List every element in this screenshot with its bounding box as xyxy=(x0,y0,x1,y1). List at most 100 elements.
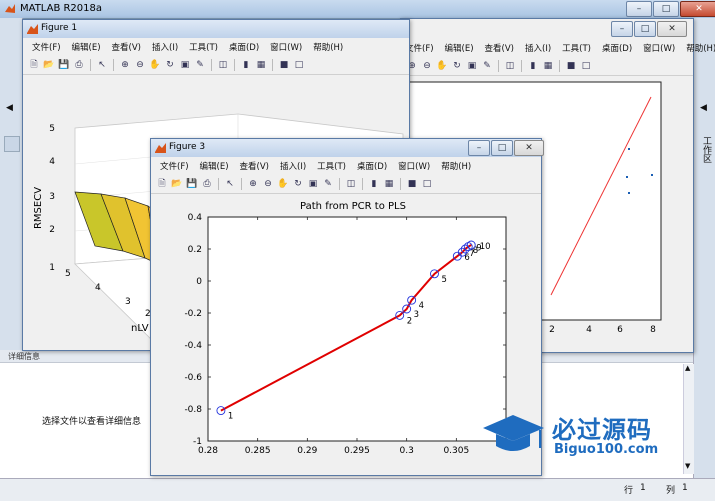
link-icon[interactable]: ◫ xyxy=(504,60,516,72)
figure2-menu-insert[interactable]: 插入(I) xyxy=(525,42,551,54)
figure1-menu-file[interactable]: 文件(F) xyxy=(32,41,61,53)
minimize-button[interactable]: – xyxy=(626,1,652,17)
legend-icon[interactable]: ▦ xyxy=(255,59,267,71)
matlab-titlebar: MATLAB R2018a – □ ✕ xyxy=(0,0,715,19)
link-icon[interactable]: ◫ xyxy=(345,178,357,190)
hide-tools-icon[interactable]: ■ xyxy=(565,60,577,72)
pan-icon[interactable]: ✋ xyxy=(277,178,289,190)
zoom-in-icon[interactable]: ⊕ xyxy=(247,178,259,190)
legend-icon[interactable]: ▦ xyxy=(383,178,395,190)
y-tick-label: -0.4 xyxy=(184,341,202,351)
colorbar-icon[interactable]: ▮ xyxy=(240,59,252,71)
figure2-close-button[interactable]: ✕ xyxy=(657,21,687,37)
show-tools-icon[interactable]: □ xyxy=(293,59,305,71)
show-tools-icon[interactable]: □ xyxy=(580,60,592,72)
rotate-icon[interactable]: ↻ xyxy=(451,60,463,72)
new-figure-icon[interactable]: 🗎 xyxy=(28,59,40,71)
zoom-out-icon[interactable]: ⊖ xyxy=(421,60,433,72)
collapse-arrow-icon[interactable]: ◀ xyxy=(6,103,13,113)
zaxis-tick: 3 xyxy=(49,192,55,202)
brush-icon[interactable]: ✎ xyxy=(194,59,206,71)
open-file-icon[interactable]: 📂 xyxy=(171,178,183,190)
figure2-menu-tools[interactable]: 工具(T) xyxy=(562,42,591,54)
figure1-menu-tools[interactable]: 工具(T) xyxy=(189,41,218,53)
figure1-menu-desktop[interactable]: 桌面(D) xyxy=(229,41,259,53)
figure2-menu-view[interactable]: 查看(V) xyxy=(485,42,514,54)
print-icon[interactable]: ⎙ xyxy=(201,178,213,190)
data-cursor-icon[interactable]: ▣ xyxy=(179,59,191,71)
watermark-url: Biguo100.com xyxy=(554,442,659,457)
brush-icon[interactable]: ✎ xyxy=(481,60,493,72)
rotate-icon[interactable]: ↻ xyxy=(292,178,304,190)
figure3-menu-view[interactable]: 查看(V) xyxy=(240,160,269,172)
figure1-menu-insert[interactable]: 插入(I) xyxy=(152,41,178,53)
zoom-out-icon[interactable]: ⊖ xyxy=(262,178,274,190)
figure3-menu-window[interactable]: 窗口(W) xyxy=(398,160,430,172)
save-icon[interactable]: 💾 xyxy=(58,59,70,71)
brush-icon[interactable]: ✎ xyxy=(322,178,334,190)
close-button[interactable]: ✕ xyxy=(680,1,715,17)
edit-plot-icon[interactable]: ↖ xyxy=(224,178,236,190)
point-label: 3 xyxy=(414,310,419,320)
figure2-maximize-button[interactable]: □ xyxy=(634,21,656,37)
show-tools-icon[interactable]: □ xyxy=(421,178,433,190)
figure1-menu-help[interactable]: 帮助(H) xyxy=(313,41,343,53)
figure3-menu-help[interactable]: 帮助(H) xyxy=(441,160,471,172)
figure2-xtick: 4 xyxy=(586,325,592,335)
figure2-minimize-button[interactable]: – xyxy=(611,21,633,37)
figure3-minimize-button[interactable]: – xyxy=(468,140,490,156)
maximize-button[interactable]: □ xyxy=(653,1,679,17)
zoom-out-icon[interactable]: ⊖ xyxy=(134,59,146,71)
zoom-in-icon[interactable]: ⊕ xyxy=(119,59,131,71)
print-icon[interactable]: ⎙ xyxy=(73,59,85,71)
expand-arrow-icon[interactable]: ◀ xyxy=(700,103,707,113)
scroll-up-icon[interactable]: ▲ xyxy=(685,364,690,372)
figure3-menu-tools[interactable]: 工具(T) xyxy=(317,160,346,172)
current-folder-tab[interactable] xyxy=(4,136,20,152)
scroll-down-icon[interactable]: ▼ xyxy=(685,462,690,470)
colorbar-icon[interactable]: ▮ xyxy=(368,178,380,190)
matlab-logo-icon xyxy=(5,4,15,13)
details-scrollbar[interactable]: ▲ ▼ xyxy=(683,364,694,474)
colorbar-icon[interactable]: ▮ xyxy=(527,60,539,72)
figure3-maximize-button[interactable]: □ xyxy=(491,140,513,156)
save-icon[interactable]: 💾 xyxy=(186,178,198,190)
open-file-icon[interactable]: 📂 xyxy=(43,59,55,71)
hide-tools-icon[interactable]: ■ xyxy=(278,59,290,71)
figure2-menu-help[interactable]: 帮助(H) xyxy=(686,42,715,54)
figure1-menu-edit[interactable]: 编辑(E) xyxy=(72,41,101,53)
y-tick-label: 0 xyxy=(196,277,202,287)
x-tick-label: 0.3 xyxy=(400,446,414,456)
right-panel-strip: ◀ 工作区 xyxy=(693,18,715,478)
link-icon[interactable]: ◫ xyxy=(217,59,229,71)
workspace-tab[interactable]: 工作区 xyxy=(699,136,711,163)
figure3-menu-insert[interactable]: 插入(I) xyxy=(280,160,306,172)
figure2-menu-edit[interactable]: 编辑(E) xyxy=(445,42,474,54)
figure1-menu-window[interactable]: 窗口(W) xyxy=(270,41,302,53)
chart-title: Path from PCR to PLS xyxy=(300,201,406,212)
data-cursor-icon[interactable]: ▣ xyxy=(307,178,319,190)
hide-tools-icon[interactable]: ■ xyxy=(406,178,418,190)
figure1-menu-view[interactable]: 查看(V) xyxy=(112,41,141,53)
pan-icon[interactable]: ✋ xyxy=(149,59,161,71)
new-figure-icon[interactable]: 🗎 xyxy=(156,178,168,190)
zaxis-tick: 4 xyxy=(49,157,55,167)
x-tick-label: 0.28 xyxy=(198,446,218,456)
figure2-toolbar: ⊕ ⊖ ✋ ↻ ▣ ✎ ◫ ▮ ▦ ■ □ xyxy=(401,57,693,76)
figure3-menu-file[interactable]: 文件(F) xyxy=(160,160,189,172)
figure3-close-button[interactable]: ✕ xyxy=(514,140,544,156)
y-tick-label: -0.2 xyxy=(184,309,202,319)
status-bar: 行 1 列 1 xyxy=(0,478,715,501)
yaxis-tick: 5 xyxy=(65,269,71,279)
figure3-menu-edit[interactable]: 编辑(E) xyxy=(200,160,229,172)
edit-plot-icon[interactable]: ↖ xyxy=(96,59,108,71)
figure3-menu-desktop[interactable]: 桌面(D) xyxy=(357,160,387,172)
figure2-menu-window[interactable]: 窗口(W) xyxy=(643,42,675,54)
pan-icon[interactable]: ✋ xyxy=(436,60,448,72)
rotate-icon[interactable]: ↻ xyxy=(164,59,176,71)
figure1-menubar: 文件(F) 编辑(E) 查看(V) 插入(I) 工具(T) 桌面(D) 窗口(W… xyxy=(23,40,409,54)
data-cursor-icon[interactable]: ▣ xyxy=(466,60,478,72)
legend-icon[interactable]: ▦ xyxy=(542,60,554,72)
figure2-menu-desktop[interactable]: 桌面(D) xyxy=(602,42,632,54)
figure3-titlebar: Figure 3 – □ ✕ xyxy=(151,139,544,157)
